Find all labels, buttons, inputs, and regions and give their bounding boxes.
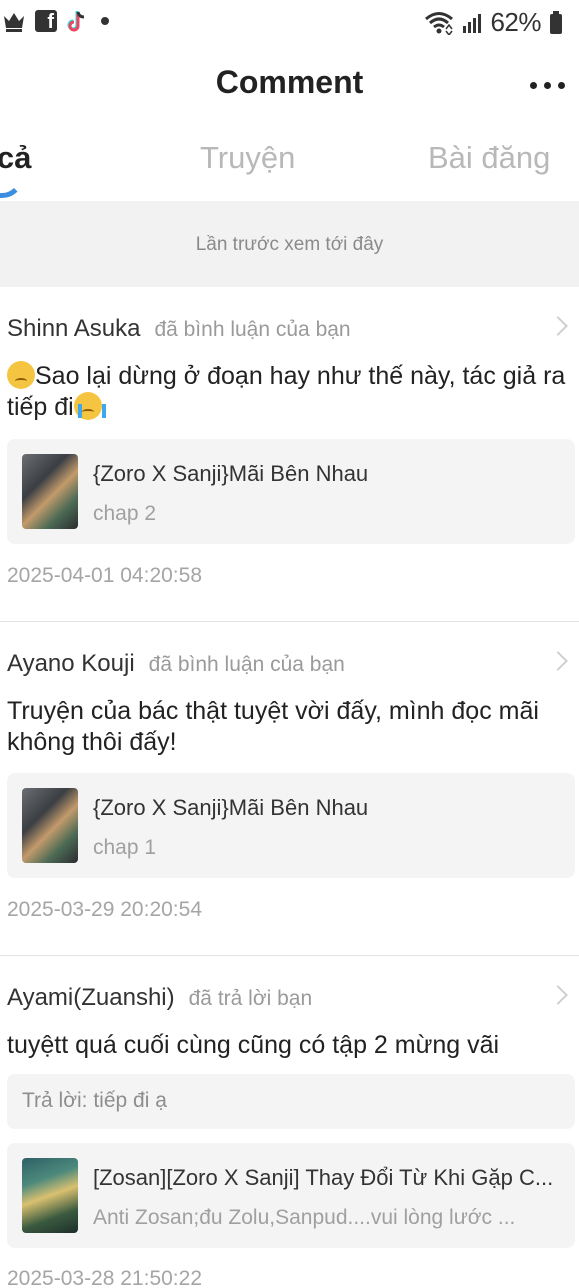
last-viewed-banner: Lần trước xem tới đây — [0, 201, 579, 287]
story-card[interactable]: [Zosan][Zoro X Sanji] Thay Đổi Từ Khi Gặ… — [7, 1143, 575, 1248]
story-card[interactable]: {Zoro X Sanji}Mãi Bên Nhau chap 1 — [7, 773, 575, 878]
comment-text-line: tiếp đi — [7, 393, 74, 421]
tab-stories[interactable]: Truyện — [200, 140, 295, 176]
more-options-icon[interactable] — [530, 82, 565, 89]
status-bar: f 62% — [0, 0, 579, 44]
action-text: đã trả lời bạn — [188, 987, 313, 1010]
chevron-right-icon[interactable] — [548, 651, 568, 671]
comment-timestamp: 2025-03-29 20:20:54 — [7, 898, 202, 921]
action-text: đã bình luận của bạn — [148, 653, 345, 676]
tiktok-icon — [67, 11, 85, 32]
status-left-icons: f — [2, 9, 109, 33]
battery-percentage: 62% — [490, 7, 541, 37]
comment-text-line: Sao lại dừng ở đoạn hay như thế này, tác… — [35, 362, 566, 390]
status-right-icons: 62% — [424, 7, 563, 38]
story-description: Anti Zosan;đu Zolu,Sanpud....vui lòng lư… — [93, 1206, 516, 1229]
page-title: Comment — [215, 64, 364, 100]
story-chapter: chap 2 — [93, 502, 157, 525]
comment-item[interactable]: Ayano Kouji đã bình luận của bạn Truyện … — [0, 622, 579, 956]
story-chapter: chap 1 — [93, 836, 157, 859]
crown-icon — [4, 13, 24, 32]
tab-posts[interactable]: Bài đăng — [428, 140, 550, 176]
sad-face-emoji-icon — [7, 361, 35, 389]
signal-icon — [463, 13, 482, 33]
comment-header: Ayami(Zuanshi) đã trả lời bạn — [7, 984, 312, 1012]
story-title: [Zosan][Zoro X Sanji] Thay Đổi Từ Khi Gặ… — [93, 1165, 554, 1190]
tab-all[interactable]: t cả — [0, 140, 31, 176]
battery-icon — [550, 10, 562, 34]
crying-face-emoji-icon — [73, 392, 106, 420]
comment-text-line: không thôi đấy! — [7, 728, 177, 756]
comment-header: Ayano Kouji đã bình luận của bạn — [7, 650, 345, 678]
comment-timestamp: 2025-03-28 21:50:22 — [7, 1267, 202, 1288]
wifi-icon — [425, 11, 454, 35]
comment-timestamp: 2025-04-01 04:20:58 — [7, 564, 202, 587]
reply-quote-text: Trả lời: tiếp đi ạ — [22, 1089, 167, 1112]
story-card[interactable]: {Zoro X Sanji}Mãi Bên Nhau chap 2 — [7, 439, 575, 544]
user-name[interactable]: Ayami(Zuanshi) — [7, 984, 175, 1012]
comment-text-line: Truyện của bác thật tuyệt vời đấy, mình … — [7, 697, 539, 725]
comment-text: Sao lại dừng ở đoạn hay như thế này, tác… — [7, 361, 569, 423]
active-tab-indicator — [0, 176, 24, 198]
story-cover-image — [22, 788, 78, 863]
story-title: {Zoro X Sanji}Mãi Bên Nhau — [93, 461, 369, 486]
comment-text-line: tuyệtt quá cuối cùng cũng có tập 2 mừng … — [7, 1031, 500, 1059]
header: Comment — [0, 44, 579, 120]
chevron-right-icon[interactable] — [548, 985, 568, 1005]
user-name[interactable]: Ayano Kouji — [7, 650, 135, 678]
action-text: đã bình luận của bạn — [154, 318, 351, 341]
comment-text: Truyện của bác thật tuyệt vời đấy, mình … — [7, 696, 569, 758]
story-cover-image — [22, 1158, 78, 1233]
facebook-icon: f — [35, 10, 57, 33]
comment-item[interactable]: Shinn Asuka đã bình luận của bạn Sao lại… — [0, 287, 579, 621]
story-cover-image — [22, 454, 78, 529]
notification-dot-icon — [101, 17, 109, 25]
comment-text: tuyệtt quá cuối cùng cũng có tập 2 mừng … — [7, 1030, 569, 1061]
comment-header: Shinn Asuka đã bình luận của bạn — [7, 315, 351, 343]
tab-bar: t cả Truyện Bài đăng — [0, 120, 579, 200]
reply-quote[interactable]: Trả lời: tiếp đi ạ — [7, 1074, 575, 1129]
user-name[interactable]: Shinn Asuka — [7, 315, 140, 343]
story-title: {Zoro X Sanji}Mãi Bên Nhau — [93, 795, 369, 820]
chevron-right-icon[interactable] — [548, 316, 568, 336]
reply-item[interactable]: Ayami(Zuanshi) đã trả lời bạn tuyệtt quá… — [0, 956, 579, 1288]
last-viewed-text: Lần trước xem tới đây — [195, 234, 384, 255]
